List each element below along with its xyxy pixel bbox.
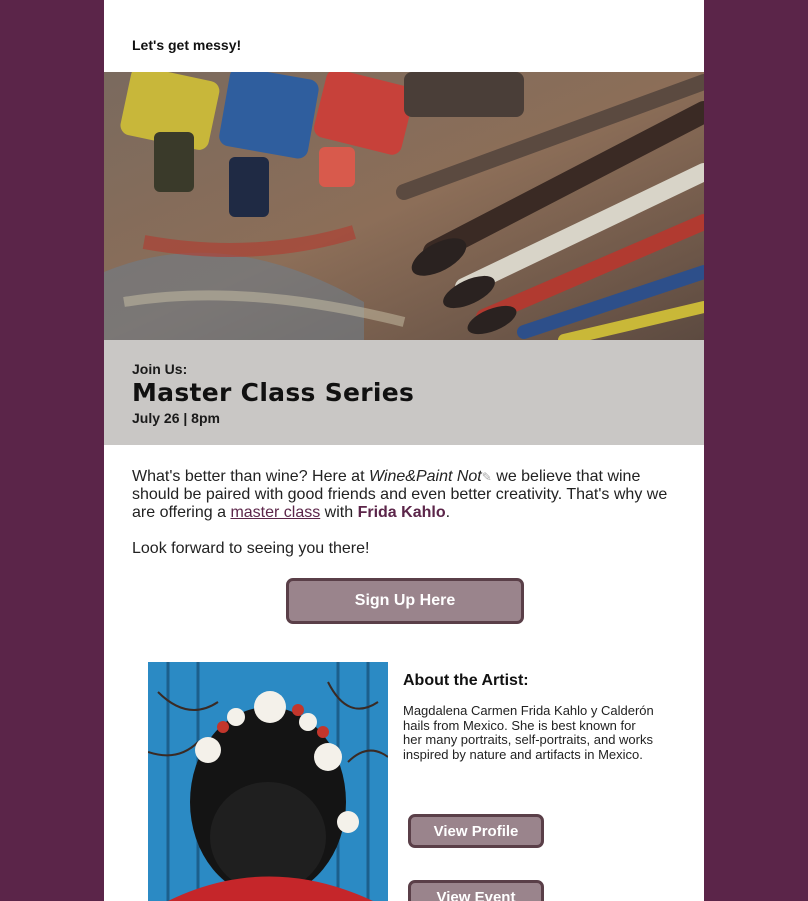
view-event-button[interactable]: View Event — [408, 880, 544, 901]
master-class-link[interactable]: master class — [230, 504, 320, 521]
artist-name: Frida Kahlo — [357, 504, 446, 521]
intro-text: . — [445, 504, 451, 521]
view-profile-button[interactable]: View Profile — [408, 814, 544, 848]
sign-up-button[interactable]: Sign Up Here — [286, 578, 524, 624]
intro-text: with — [320, 504, 358, 521]
intro-text: What's better than wine? Here at — [132, 468, 369, 485]
intro-copy: What's better than wine? Here at Wine&Pa… — [132, 468, 677, 558]
page-title: Master Class Series — [132, 378, 415, 407]
broken-image-icon: ✎ — [481, 470, 492, 484]
brand-name: Wine&Paint Not — [368, 468, 482, 485]
about-artist-heading: About the Artist: — [403, 672, 529, 689]
artist-photo — [148, 662, 388, 901]
about-artist-text: Magdalena Carmen Frida Kahlo y Calderón … — [403, 703, 654, 762]
email-container: Let's get messy! Join Us: Master Class S… — [104, 0, 704, 901]
event-banner: Join Us: Master Class Series July 26 | 8… — [104, 340, 704, 445]
closing-paragraph: Look forward to seeing you there! — [132, 540, 370, 557]
hero-image — [104, 72, 704, 340]
event-date: July 26 | 8pm — [132, 410, 220, 426]
banner-eyebrow: Join Us: — [132, 361, 188, 377]
preheader-text: Let's get messy! — [132, 37, 242, 53]
intro-paragraph: What's better than wine? Here at Wine&Pa… — [132, 468, 677, 522]
